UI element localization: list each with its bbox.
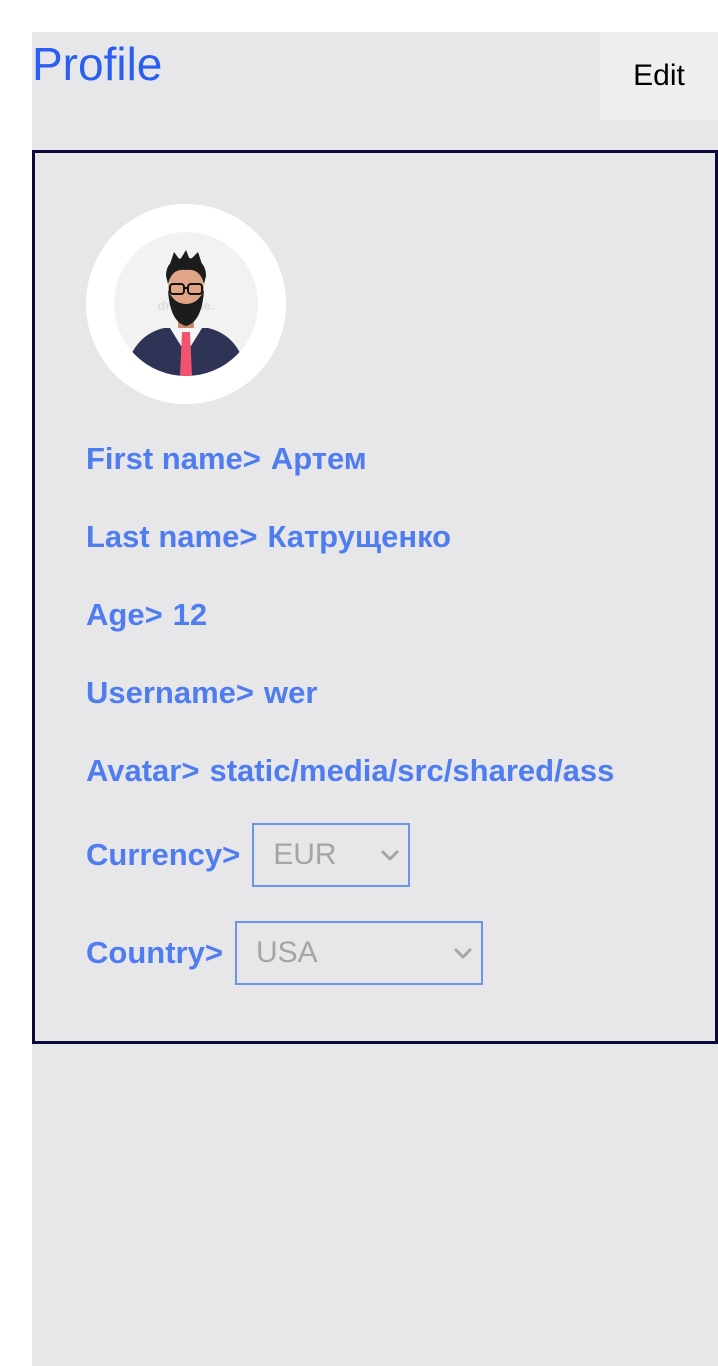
last-name-value: Катрущенко	[267, 519, 452, 554]
age-row: Age> 12	[86, 597, 207, 633]
last-name-label: Last name>	[86, 519, 258, 554]
avatar-path-value: static/media/src/shared/ass	[209, 753, 615, 788]
chevron-down-icon	[454, 948, 472, 959]
country-label: Country>	[86, 935, 223, 970]
page-title: Profile	[32, 38, 163, 90]
profile-card: dre... ine. First name>	[32, 150, 718, 1044]
country-select-value: USA	[255, 936, 318, 969]
first-name-label: First name>	[86, 441, 261, 476]
currency-label: Currency>	[86, 837, 241, 872]
currency-select-value: EUR	[273, 838, 337, 871]
first-name-row: First name> Артем	[86, 441, 367, 477]
country-row: Country> USA	[86, 921, 483, 985]
first-name-value: Артем	[270, 441, 367, 476]
username-label: Username>	[86, 675, 255, 710]
profile-page: Profile Edit dre... ine.	[32, 32, 718, 1366]
edit-button[interactable]: Edit	[600, 32, 718, 120]
currency-row: Currency> EUR	[86, 823, 411, 887]
avatar: dre... ine.	[86, 204, 286, 404]
currency-select[interactable]: EUR	[252, 823, 411, 887]
avatar-icon: dre... ine.	[86, 204, 286, 404]
last-name-row: Last name> Катрущенко	[86, 519, 451, 555]
age-label: Age>	[86, 597, 163, 632]
username-value: wer	[264, 675, 318, 710]
age-value: 12	[172, 597, 208, 632]
chevron-down-icon	[381, 850, 399, 861]
avatar-path-label: Avatar>	[86, 753, 200, 788]
avatar-path-row: Avatar> static/media/src/shared/ass	[86, 753, 664, 789]
username-row: Username> wer	[86, 675, 317, 711]
country-select[interactable]: USA	[234, 921, 483, 985]
